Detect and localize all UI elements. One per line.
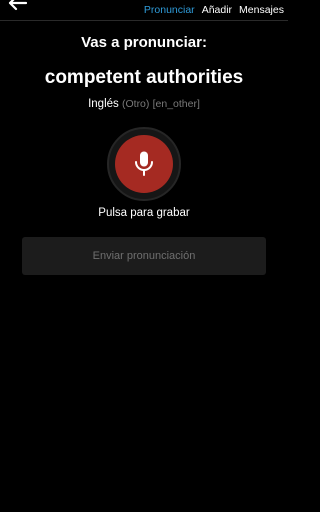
language-variant: (Otro) [121, 98, 150, 110]
top-navigation-bar: Pronunciar Añadir Mensajes [0, 0, 288, 21]
phrase-to-pronounce: competent authorities [44, 67, 244, 88]
record-button[interactable] [115, 135, 173, 193]
back-arrow-icon[interactable] [6, 0, 28, 12]
send-pronunciation-button[interactable]: Enviar pronunciación [22, 237, 266, 275]
microphone-icon [135, 151, 153, 176]
tab-anadir[interactable]: Añadir [202, 3, 232, 17]
language-code: [en_other] [152, 98, 200, 110]
language-info: Inglés (Otro) [en_other] [0, 97, 288, 111]
page-heading: Vas a pronunciar: [81, 34, 207, 51]
record-instruction: Pulsa para grabar [98, 207, 190, 219]
tab-mensajes[interactable]: Mensajes [239, 3, 284, 17]
tab-bar: Pronunciar Añadir Mensajes [144, 3, 284, 17]
language-name: Inglés [88, 98, 119, 110]
tab-pronunciar[interactable]: Pronunciar [144, 3, 195, 17]
